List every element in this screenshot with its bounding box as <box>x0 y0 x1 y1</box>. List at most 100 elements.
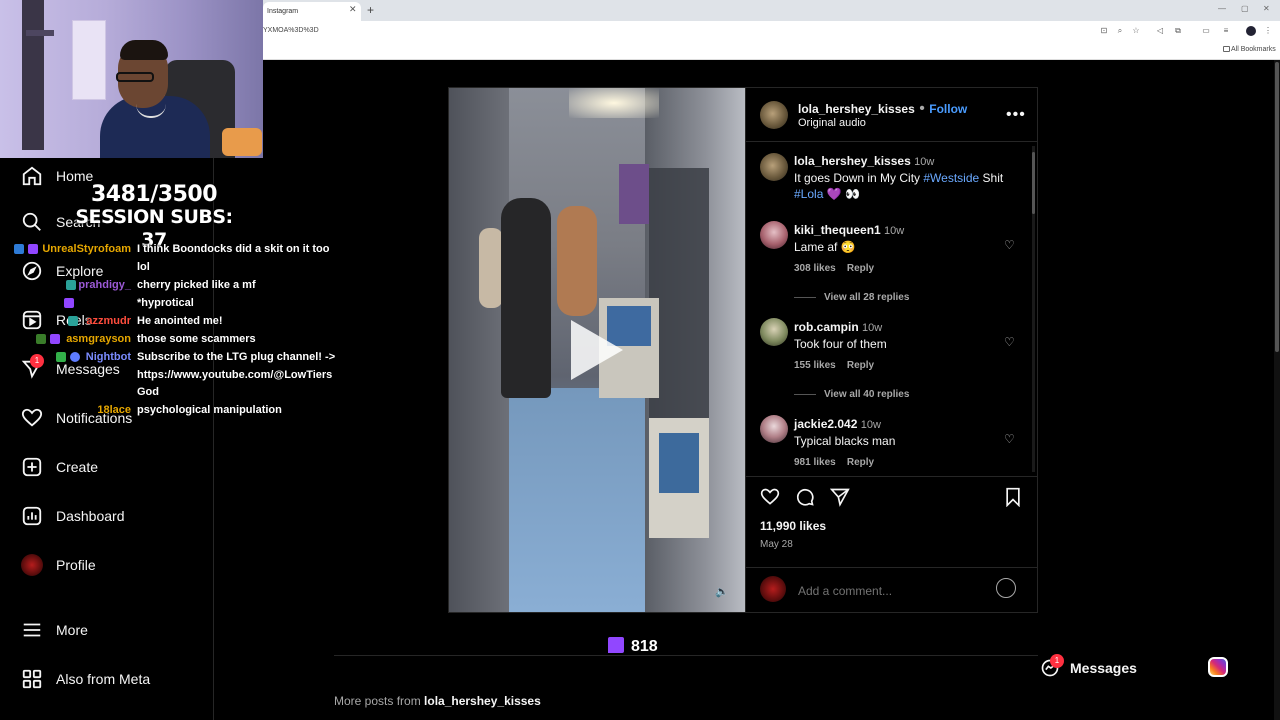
extensions-icon[interactable]: ⧉ <box>1173 26 1183 36</box>
like-comment-icon[interactable]: ♡ <box>1004 335 1015 349</box>
view-replies-label: View all 28 replies <box>824 292 910 303</box>
chat-username: 18lace <box>97 404 131 416</box>
comment-username[interactable]: kiki_thequeen1 <box>794 223 881 237</box>
sub-goal-overlay: 3481/3500 SESSION SUBS: 37 <box>74 183 234 252</box>
my-avatar <box>760 576 786 602</box>
sidebar-icon[interactable]: ▭ <box>1201 26 1211 36</box>
comment-username[interactable]: rob.campin <box>794 320 859 334</box>
comments-scroll-thumb[interactable] <box>1032 152 1035 214</box>
url-text: YXMOA%3D%3D <box>263 27 319 34</box>
chat-message: cherry picked like a mf <box>137 279 256 291</box>
sidebar-nav: Home Search Explore Reels Messages <box>0 60 214 720</box>
reply-button[interactable]: Reply <box>847 263 874 274</box>
caption-username[interactable]: lola_hershey_kisses <box>794 154 911 168</box>
browser-tab[interactable]: Instagram <box>263 2 361 21</box>
view-replies[interactable]: View all 40 replies <box>794 389 909 400</box>
star-icon[interactable]: ☆ <box>1131 26 1141 36</box>
page-scroll-thumb[interactable] <box>1275 62 1279 352</box>
emoji-icon[interactable] <box>996 578 1016 598</box>
divider <box>334 655 1038 656</box>
all-bookmarks[interactable]: All Bookmarks <box>1231 46 1276 53</box>
more-posts-prefix: More posts from <box>334 694 425 708</box>
more-posts-username[interactable]: lola_hershey_kisses <box>424 694 541 708</box>
sidebar-item-more[interactable]: More <box>20 615 210 645</box>
sidebar-item-meta[interactable]: Also from Meta <box>20 664 210 694</box>
caption: lola_hershey_kisses 10w It goes Down in … <box>794 153 1024 202</box>
media-icon[interactable]: ≡ <box>1221 26 1231 36</box>
close-window-icon[interactable]: ✕ <box>1263 4 1270 13</box>
kebab-menu-icon[interactable]: ⋮ <box>1263 26 1273 36</box>
sub-count: 3481/3500 <box>91 182 218 207</box>
chat-message: *hyprotical <box>137 297 194 309</box>
comment-avatar[interactable] <box>760 318 788 346</box>
sidebar-item-label: Explore <box>56 263 104 279</box>
share-icon[interactable] <box>829 487 850 512</box>
like-comment-icon[interactable]: ♡ <box>1004 238 1015 252</box>
caption-emoji: 💜 👀 <box>826 187 860 201</box>
new-tab-button[interactable]: + <box>367 3 374 17</box>
comment-username[interactable]: jackie2.042 <box>794 417 857 431</box>
close-tab-icon[interactable]: ✕ <box>349 4 357 15</box>
post-date: May 28 <box>760 539 793 550</box>
comment-likes[interactable]: 308 likes <box>794 263 836 274</box>
hashtag-link[interactable]: #Westside <box>923 171 979 185</box>
chat-message: those some scammers <box>137 333 256 345</box>
hashtag-link[interactable]: #Lola <box>794 187 823 201</box>
address-bar[interactable]: YXMOA%3D%3D ⊡ ⌕ ☆ ◁ ⧉ ▭ ≡ ⋮ <box>263 21 1280 41</box>
minimize-icon[interactable]: — <box>1218 4 1226 13</box>
reply-button[interactable]: Reply <box>847 360 874 371</box>
folder-icon <box>1223 46 1230 52</box>
profile-icon[interactable] <box>1246 26 1256 36</box>
comment-likes[interactable]: 155 likes <box>794 360 836 371</box>
post-side-panel: lola_hershey_kisses • Follow Original au… <box>745 88 1038 612</box>
browser-tab-bar: Instagram ✕ + — ▢ ✕ <box>263 0 1280 21</box>
mute-icon[interactable]: ◁ <box>1155 26 1165 36</box>
like-comment-icon[interactable]: ♡ <box>1004 432 1015 446</box>
sidebar-item-dashboard[interactable]: Dashboard <box>20 501 210 531</box>
separator-dot: • <box>919 100 925 117</box>
comment-time: 10w <box>862 322 883 334</box>
zoom-icon[interactable]: ⌕ <box>1115 26 1125 36</box>
search-icon <box>20 210 44 234</box>
bookmark-icon[interactable] <box>1004 487 1022 512</box>
more-options-icon[interactable]: ••• <box>1006 106 1026 124</box>
audio-link[interactable]: Original audio <box>798 117 866 129</box>
play-icon[interactable] <box>571 320 623 380</box>
comment: kiki_thequeen1 10w Lame af 😳 <box>794 222 904 255</box>
webcam-overlay <box>0 0 263 158</box>
post-video[interactable]: 🔈 <box>449 88 745 612</box>
comment: jackie2.042 10w Typical blacks man <box>794 416 895 449</box>
follow-button[interactable]: Follow <box>929 102 967 116</box>
post-modal: 🔈 lola_hershey_kisses • Follow Original … <box>448 87 1038 613</box>
caption-avatar[interactable] <box>760 153 788 181</box>
like-count[interactable]: 11,990 likes <box>760 519 826 533</box>
caption-text: It goes Down in My City <box>794 171 924 185</box>
comment-likes[interactable]: 981 likes <box>794 457 836 468</box>
install-icon[interactable]: ⊡ <box>1099 26 1109 36</box>
sidebar-item-profile[interactable]: Profile <box>20 550 210 580</box>
messages-pill-label: Messages <box>1070 660 1137 676</box>
maximize-icon[interactable]: ▢ <box>1241 4 1249 13</box>
chat-message: I think Boondocks did a skit on it too <box>137 243 330 255</box>
like-icon[interactable] <box>760 487 780 512</box>
author-avatar[interactable] <box>760 101 788 129</box>
instagram-logo-icon <box>1208 657 1228 677</box>
chat-username: prahdigy_ <box>78 279 131 291</box>
reply-button[interactable]: Reply <box>847 457 874 468</box>
dashboard-icon <box>20 504 44 528</box>
comment-avatar[interactable] <box>760 415 788 443</box>
create-icon <box>20 455 44 479</box>
comment-icon[interactable] <box>795 487 815 512</box>
sidebar-item-label: Dashboard <box>56 508 125 524</box>
volume-icon[interactable]: 🔈 <box>715 585 729 598</box>
comment-avatar[interactable] <box>760 221 788 249</box>
comment-input[interactable]: Add a comment... <box>798 584 892 598</box>
author-username[interactable]: lola_hershey_kisses <box>798 102 915 116</box>
caption-text: Shit <box>979 171 1004 185</box>
view-replies[interactable]: View all 28 replies <box>794 292 909 303</box>
chat-username: Nightbot <box>85 351 131 363</box>
chat-message: Subscribe to the LTG plug channel! -> <box>137 351 336 363</box>
tab-title: Instagram <box>267 8 299 15</box>
sidebar-item-label: Create <box>56 459 99 475</box>
sidebar-item-create[interactable]: Create <box>20 452 210 482</box>
